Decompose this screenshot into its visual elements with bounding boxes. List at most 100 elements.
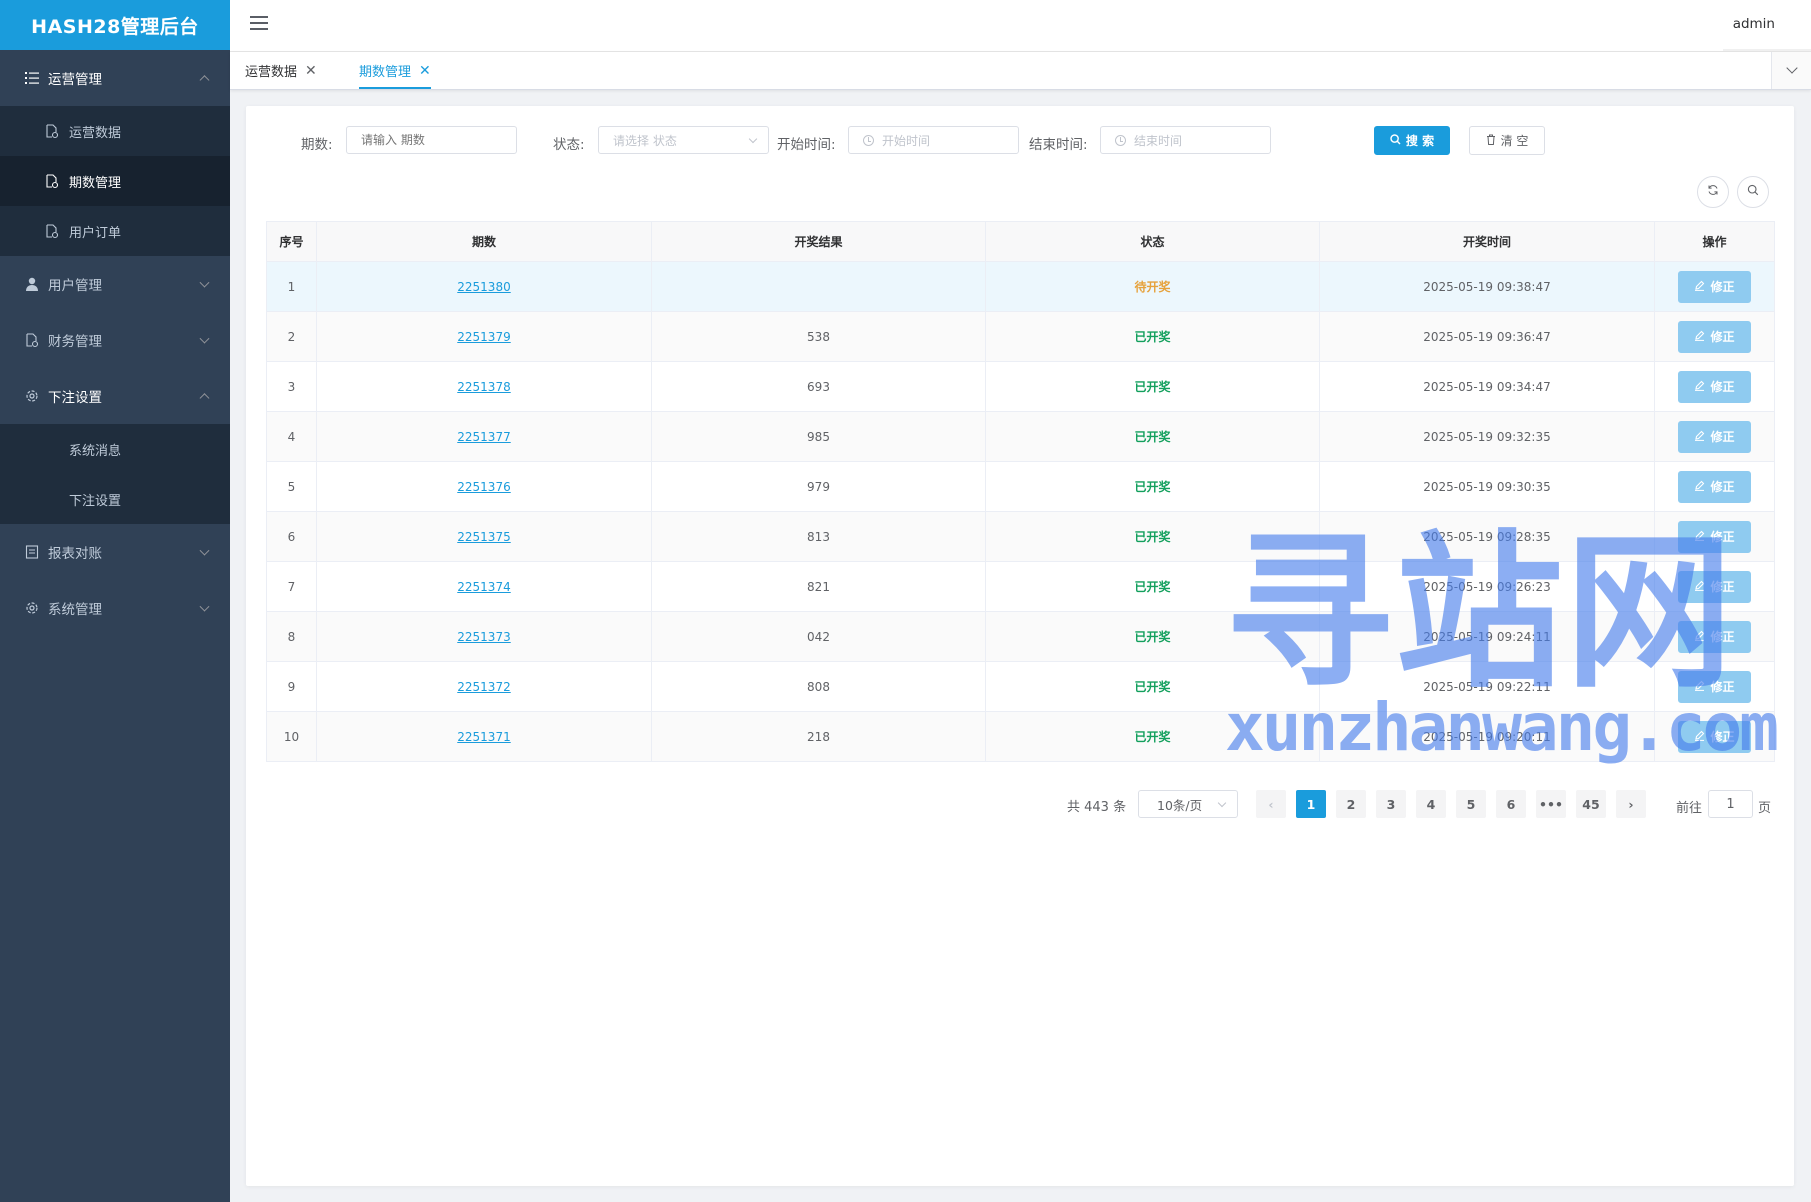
column-header: 开奖时间 xyxy=(1319,221,1655,262)
table-row[interactable]: 2 2251379 538 已开奖 2025-05-19 09:36:47 修正 xyxy=(266,311,1775,362)
search-icon xyxy=(1390,133,1401,148)
status-select[interactable]: 请选择 状态 xyxy=(598,126,769,154)
status-badge: 已开奖 xyxy=(1134,730,1171,744)
cell-result xyxy=(651,261,986,312)
edit-button[interactable]: 修正 xyxy=(1678,670,1751,703)
period-link[interactable]: 2251380 xyxy=(457,280,510,294)
gear-icon xyxy=(24,600,40,616)
edit-button[interactable]: 修正 xyxy=(1678,270,1751,303)
cell-status: 已开奖 xyxy=(985,561,1320,612)
search-button-label: 搜 索 xyxy=(1405,134,1435,148)
tags-dropdown-button[interactable] xyxy=(1771,52,1811,89)
table-row[interactable]: 1 2251380 待开奖 2025-05-19 09:38:47 修正 xyxy=(266,261,1775,312)
user-menu[interactable]: admin xyxy=(1733,16,1775,32)
page-button[interactable]: 45 xyxy=(1576,790,1606,818)
period-link[interactable]: 2251377 xyxy=(457,430,510,444)
close-icon[interactable]: ✕ xyxy=(419,63,431,79)
status-filter-label: 状态: xyxy=(553,137,585,153)
cell-period: 2251378 xyxy=(316,361,652,412)
page-size-select[interactable]: 10条/页 xyxy=(1138,790,1238,818)
end-time-label: 结束时间: xyxy=(1029,137,1088,153)
page-button[interactable]: 3 xyxy=(1376,790,1406,818)
sidebar-item-label: 系统消息 xyxy=(69,443,122,459)
tab-operations-data[interactable]: 运营数据 ✕ xyxy=(245,52,317,89)
chevron-down-icon xyxy=(199,277,210,288)
sidebar-item-user-orders[interactable]: 用户订单 xyxy=(0,206,230,256)
edit-button[interactable]: 修正 xyxy=(1678,520,1751,553)
cell-index: 10 xyxy=(266,711,317,762)
page-button[interactable]: 4 xyxy=(1416,790,1446,818)
cell-period: 2251373 xyxy=(316,611,652,662)
sidebar-menu: 运营管理 运营数据 期数管理 用户订单 用户管理 财务管理 下注设置 系统消息 … xyxy=(0,50,230,636)
page-button[interactable]: 6 xyxy=(1496,790,1526,818)
tab-period-management[interactable]: 期数管理 ✕ xyxy=(359,52,431,89)
close-icon[interactable]: ✕ xyxy=(305,63,317,79)
period-link[interactable]: 2251371 xyxy=(457,730,510,744)
period-link[interactable]: 2251379 xyxy=(457,330,510,344)
table-row[interactable]: 4 2251377 985 已开奖 2025-05-19 09:32:35 修正 xyxy=(266,411,1775,462)
app-logo-title[interactable]: HASH28管理后台 xyxy=(0,0,230,50)
goto-page-input[interactable] xyxy=(1708,790,1753,818)
sidebar-group-operations[interactable]: 运营管理 xyxy=(0,50,230,106)
goto-suffix: 页 xyxy=(1758,801,1772,816)
edit-icon xyxy=(1694,580,1705,594)
edit-button[interactable]: 修正 xyxy=(1678,420,1751,453)
period-link[interactable]: 2251375 xyxy=(457,530,510,544)
period-input[interactable] xyxy=(346,126,517,154)
sidebar-item-operations-data[interactable]: 运营数据 xyxy=(0,106,230,156)
more-pages-button[interactable]: ••• xyxy=(1536,790,1566,818)
period-link[interactable]: 2251373 xyxy=(457,630,510,644)
sidebar-group-users[interactable]: 用户管理 xyxy=(0,256,230,312)
cell-result: 813 xyxy=(651,511,986,562)
chevron-down-icon xyxy=(199,545,210,556)
cell-index: 2 xyxy=(266,311,317,362)
document-icon xyxy=(24,332,40,348)
status-badge: 已开奖 xyxy=(1134,680,1171,694)
period-link[interactable]: 2251372 xyxy=(457,680,510,694)
sidebar-group-label: 运营管理 xyxy=(48,72,102,88)
page-button[interactable]: 5 xyxy=(1456,790,1486,818)
edit-button[interactable]: 修正 xyxy=(1678,620,1751,653)
cell-actions: 修正 xyxy=(1654,611,1775,662)
edit-button-label: 修正 xyxy=(1710,380,1735,394)
edit-button[interactable]: 修正 xyxy=(1678,370,1751,403)
table-row[interactable]: 3 2251378 693 已开奖 2025-05-19 09:34:47 修正 xyxy=(266,361,1775,412)
table-row[interactable]: 7 2251374 821 已开奖 2025-05-19 09:26:23 修正 xyxy=(266,561,1775,612)
edit-button[interactable]: 修正 xyxy=(1678,470,1751,503)
chevron-down-icon xyxy=(1217,798,1227,808)
sidebar-item-bet-settings[interactable]: 下注设置 xyxy=(0,474,230,524)
chevron-down-icon xyxy=(748,134,758,144)
table-row[interactable]: 5 2251376 979 已开奖 2025-05-19 09:30:35 修正 xyxy=(266,461,1775,512)
period-link[interactable]: 2251374 xyxy=(457,580,510,594)
period-link[interactable]: 2251378 xyxy=(457,380,510,394)
table-row[interactable]: 6 2251375 813 已开奖 2025-05-19 09:28:35 修正 xyxy=(266,511,1775,562)
edit-button[interactable]: 修正 xyxy=(1678,720,1751,753)
search-button[interactable]: 搜 索 xyxy=(1374,126,1450,155)
page-button[interactable]: 1 xyxy=(1296,790,1326,818)
page-button[interactable]: 2 xyxy=(1336,790,1366,818)
next-page-button[interactable]: › xyxy=(1616,790,1646,818)
sidebar-group-reports[interactable]: 报表对账 xyxy=(0,524,230,580)
start-time-picker[interactable]: 开始时间 xyxy=(848,126,1019,154)
table-row[interactable]: 9 2251372 808 已开奖 2025-05-19 09:22:11 修正 xyxy=(266,661,1775,712)
clear-button[interactable]: 清 空 xyxy=(1469,126,1545,155)
toggle-search-button[interactable] xyxy=(1737,176,1769,208)
cell-period: 2251371 xyxy=(316,711,652,762)
sidebar-group-system[interactable]: 系统管理 xyxy=(0,580,230,636)
cell-actions: 修正 xyxy=(1654,511,1775,562)
period-link[interactable]: 2251376 xyxy=(457,480,510,494)
cell-actions: 修正 xyxy=(1654,661,1775,712)
prev-page-button[interactable]: ‹ xyxy=(1256,790,1286,818)
hamburger-menu-icon[interactable] xyxy=(250,16,268,34)
cell-period: 2251376 xyxy=(316,461,652,512)
end-time-picker[interactable]: 结束时间 xyxy=(1100,126,1271,154)
refresh-button[interactable] xyxy=(1697,176,1729,208)
sidebar-group-finance[interactable]: 财务管理 xyxy=(0,312,230,368)
sidebar-item-period-management[interactable]: 期数管理 xyxy=(0,156,230,206)
table-row[interactable]: 10 2251371 218 已开奖 2025-05-19 09:20:11 修正 xyxy=(266,711,1775,762)
sidebar-group-bet-settings[interactable]: 下注设置 xyxy=(0,368,230,424)
table-row[interactable]: 8 2251373 042 已开奖 2025-05-19 09:24:11 修正 xyxy=(266,611,1775,662)
edit-button[interactable]: 修正 xyxy=(1678,570,1751,603)
sidebar-item-system-messages[interactable]: 系统消息 xyxy=(0,424,230,474)
edit-button[interactable]: 修正 xyxy=(1678,320,1751,353)
